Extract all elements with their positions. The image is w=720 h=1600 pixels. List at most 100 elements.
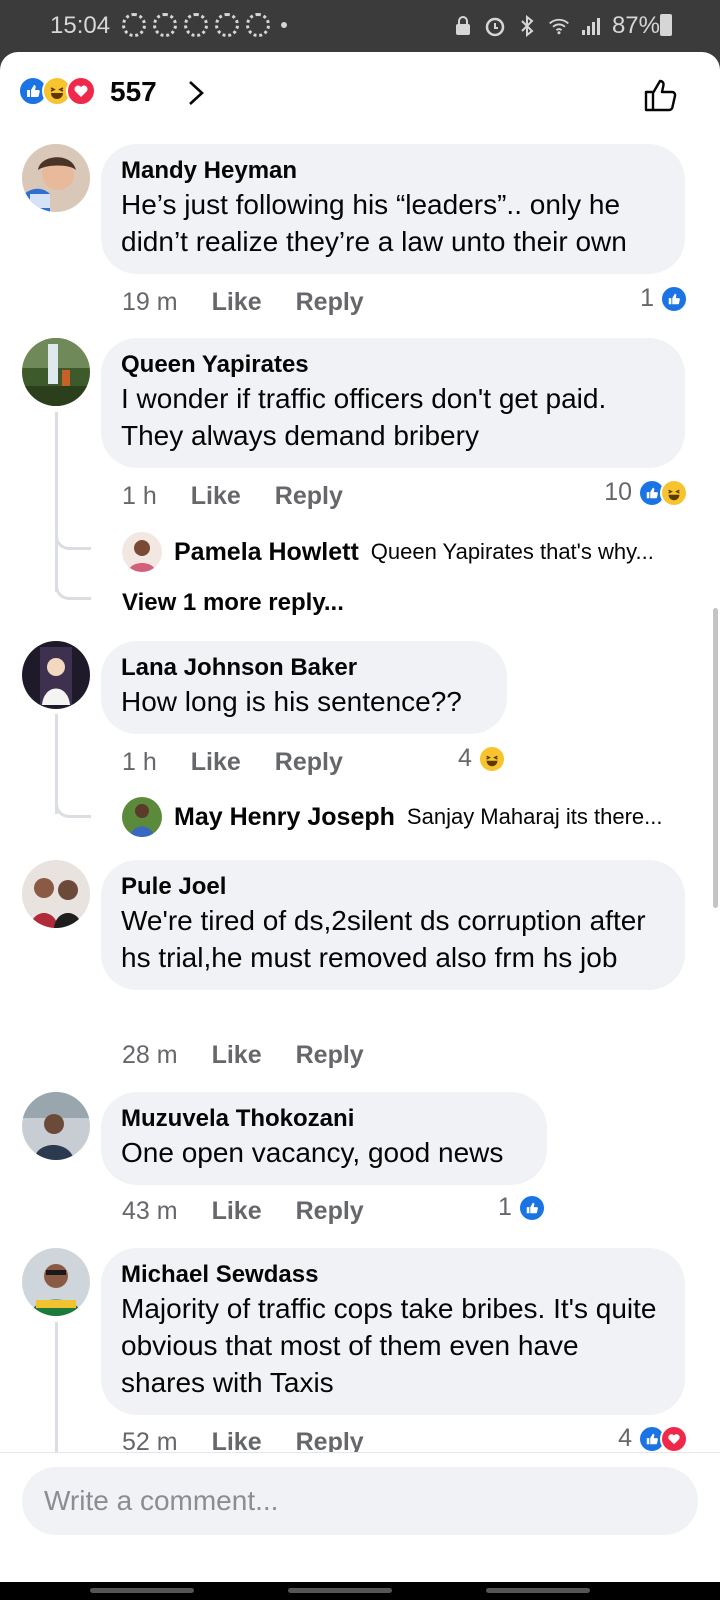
view-more-replies-link[interactable]: View 1 more reply... <box>122 589 344 617</box>
reaction-icons <box>18 76 96 108</box>
comment-bubble[interactable]: Michael Sewdass Majority of traffic cops… <box>101 1248 685 1415</box>
thread-line <box>55 714 58 814</box>
nav-recents-button[interactable] <box>90 1588 194 1593</box>
thread-line <box>55 412 58 592</box>
comments-sheet: 557 Mandy Heyman He’s just following his… <box>0 52 720 1582</box>
thumbs-up-icon[interactable] <box>642 76 680 114</box>
like-button[interactable]: Like <box>191 748 241 777</box>
thread-line <box>55 1322 58 1462</box>
comment-reactions[interactable]: 1 <box>640 284 688 313</box>
reply-snippet: Queen Yapirates that's why... <box>370 539 654 564</box>
reply-snippet: Sanjay Maharaj its there... <box>406 804 663 829</box>
wifi-icon <box>548 15 570 37</box>
comment-reactions[interactable]: 1 <box>498 1193 546 1222</box>
reaction-count: 4 <box>458 744 472 772</box>
reactions-header[interactable]: 557 <box>0 52 720 134</box>
comment-author[interactable]: Pule Joel <box>121 872 665 902</box>
battery-percent: 87% <box>611 12 660 39</box>
comment-bubble[interactable]: Mandy Heyman He’s just following his “le… <box>101 144 685 274</box>
chevron-right-icon[interactable] <box>182 78 210 108</box>
reply-button[interactable]: Reply <box>296 1041 364 1070</box>
avatar[interactable] <box>122 797 162 837</box>
comment-composer <box>0 1452 720 1582</box>
comment-time[interactable]: 28 m <box>122 1041 178 1070</box>
scrollbar[interactable] <box>713 608 718 908</box>
reply-preview[interactable]: May Henry Joseph Sanjay Maharaj its ther… <box>122 797 663 837</box>
battery-icon <box>660 14 672 36</box>
reaction-count: 557 <box>110 76 157 107</box>
haha-reaction-icon <box>477 744 506 773</box>
comment-author[interactable]: Lana Johnson Baker <box>121 653 487 683</box>
system-nav-bar <box>0 1582 720 1600</box>
notification-icon <box>153 13 177 37</box>
comment-input[interactable] <box>22 1467 698 1535</box>
comment-time[interactable]: 19 m <box>122 288 178 317</box>
reaction-count: 1 <box>640 284 654 312</box>
comment-text: I wonder if traffic officers don't get p… <box>121 383 607 451</box>
nav-back-button[interactable] <box>486 1588 590 1593</box>
comment-actions: 19 m Like Reply <box>122 288 364 317</box>
notification-icon <box>215 13 239 37</box>
thread-connector <box>55 586 91 600</box>
avatar[interactable] <box>22 1248 90 1316</box>
reply-button[interactable]: Reply <box>275 482 343 511</box>
comment-actions: 28 m Like Reply <box>122 1041 364 1070</box>
comment-text: One open vacancy, good news <box>121 1137 504 1168</box>
notification-icons <box>122 13 287 37</box>
comment-author[interactable]: Muzuvela Thokozani <box>121 1104 527 1134</box>
nav-home-button[interactable] <box>288 1588 392 1593</box>
love-reaction-icon <box>660 1424 688 1453</box>
notification-icon <box>184 13 208 37</box>
avatar[interactable] <box>22 1092 90 1160</box>
avatar[interactable] <box>122 532 162 572</box>
signal-icon <box>580 15 602 37</box>
comment-author[interactable]: Mandy Heyman <box>121 156 665 186</box>
comment-text: He’s just following his “leaders”.. only… <box>121 189 627 257</box>
thread-connector <box>55 804 91 818</box>
status-bar: 15:04 87% <box>0 0 720 52</box>
comment-bubble[interactable]: Lana Johnson Baker How long is his sente… <box>101 641 507 734</box>
avatar[interactable] <box>22 860 90 928</box>
comment-bubble[interactable]: Pule Joel We're tired of ds,2silent ds c… <box>101 860 685 990</box>
like-reaction-icon <box>517 1193 546 1222</box>
like-button[interactable]: Like <box>212 1197 262 1226</box>
thread-connector <box>55 536 91 550</box>
comment-time[interactable]: 1 h <box>122 482 157 511</box>
status-icons: 87% <box>452 12 660 40</box>
comment-reactions[interactable]: 4 <box>618 1424 688 1453</box>
comment-actions: 1 h Like Reply <box>122 748 343 777</box>
comment-time[interactable]: 1 h <box>122 748 157 777</box>
haha-reaction-icon <box>660 478 688 507</box>
comment-text: We're tired of ds,2silent ds corruption … <box>121 905 646 973</box>
comment-bubble[interactable]: Muzuvela Thokozani One open vacancy, goo… <box>101 1092 547 1185</box>
avatar[interactable] <box>22 144 90 212</box>
comment-author[interactable]: Queen Yapirates <box>121 350 665 380</box>
avatar[interactable] <box>22 338 90 406</box>
comment-text: Majority of traffic cops take bribes. It… <box>121 1293 657 1398</box>
comment-actions: 43 m Like Reply <box>122 1197 364 1226</box>
comment-actions: 1 h Like Reply <box>122 482 343 511</box>
reply-button[interactable]: Reply <box>275 748 343 777</box>
reaction-count: 10 <box>604 478 632 506</box>
reply-preview[interactable]: Pamela Howlett Queen Yapirates that's wh… <box>122 532 654 572</box>
reply-button[interactable]: Reply <box>296 288 364 317</box>
like-button[interactable]: Like <box>191 482 241 511</box>
notification-icon <box>122 13 146 37</box>
reply-button[interactable]: Reply <box>296 1197 364 1226</box>
more-notifications-icon <box>281 22 287 28</box>
comment-text: How long is his sentence?? <box>121 686 462 717</box>
notification-icon <box>246 13 270 37</box>
status-time: 15:04 <box>50 12 111 39</box>
comment-time[interactable]: 43 m <box>122 1197 178 1226</box>
reply-author[interactable]: May Henry Joseph <box>174 803 395 832</box>
comment-author[interactable]: Michael Sewdass <box>121 1260 665 1290</box>
reaction-count: 1 <box>498 1193 512 1221</box>
comment-bubble[interactable]: Queen Yapirates I wonder if traffic offi… <box>101 338 685 468</box>
like-button[interactable]: Like <box>212 1041 262 1070</box>
comment-reactions[interactable]: 10 <box>604 478 688 507</box>
like-button[interactable]: Like <box>212 288 262 317</box>
alarm-icon <box>484 15 506 37</box>
comment-reactions[interactable]: 4 <box>458 744 506 773</box>
reply-author[interactable]: Pamela Howlett <box>174 538 359 567</box>
avatar[interactable] <box>22 641 90 709</box>
